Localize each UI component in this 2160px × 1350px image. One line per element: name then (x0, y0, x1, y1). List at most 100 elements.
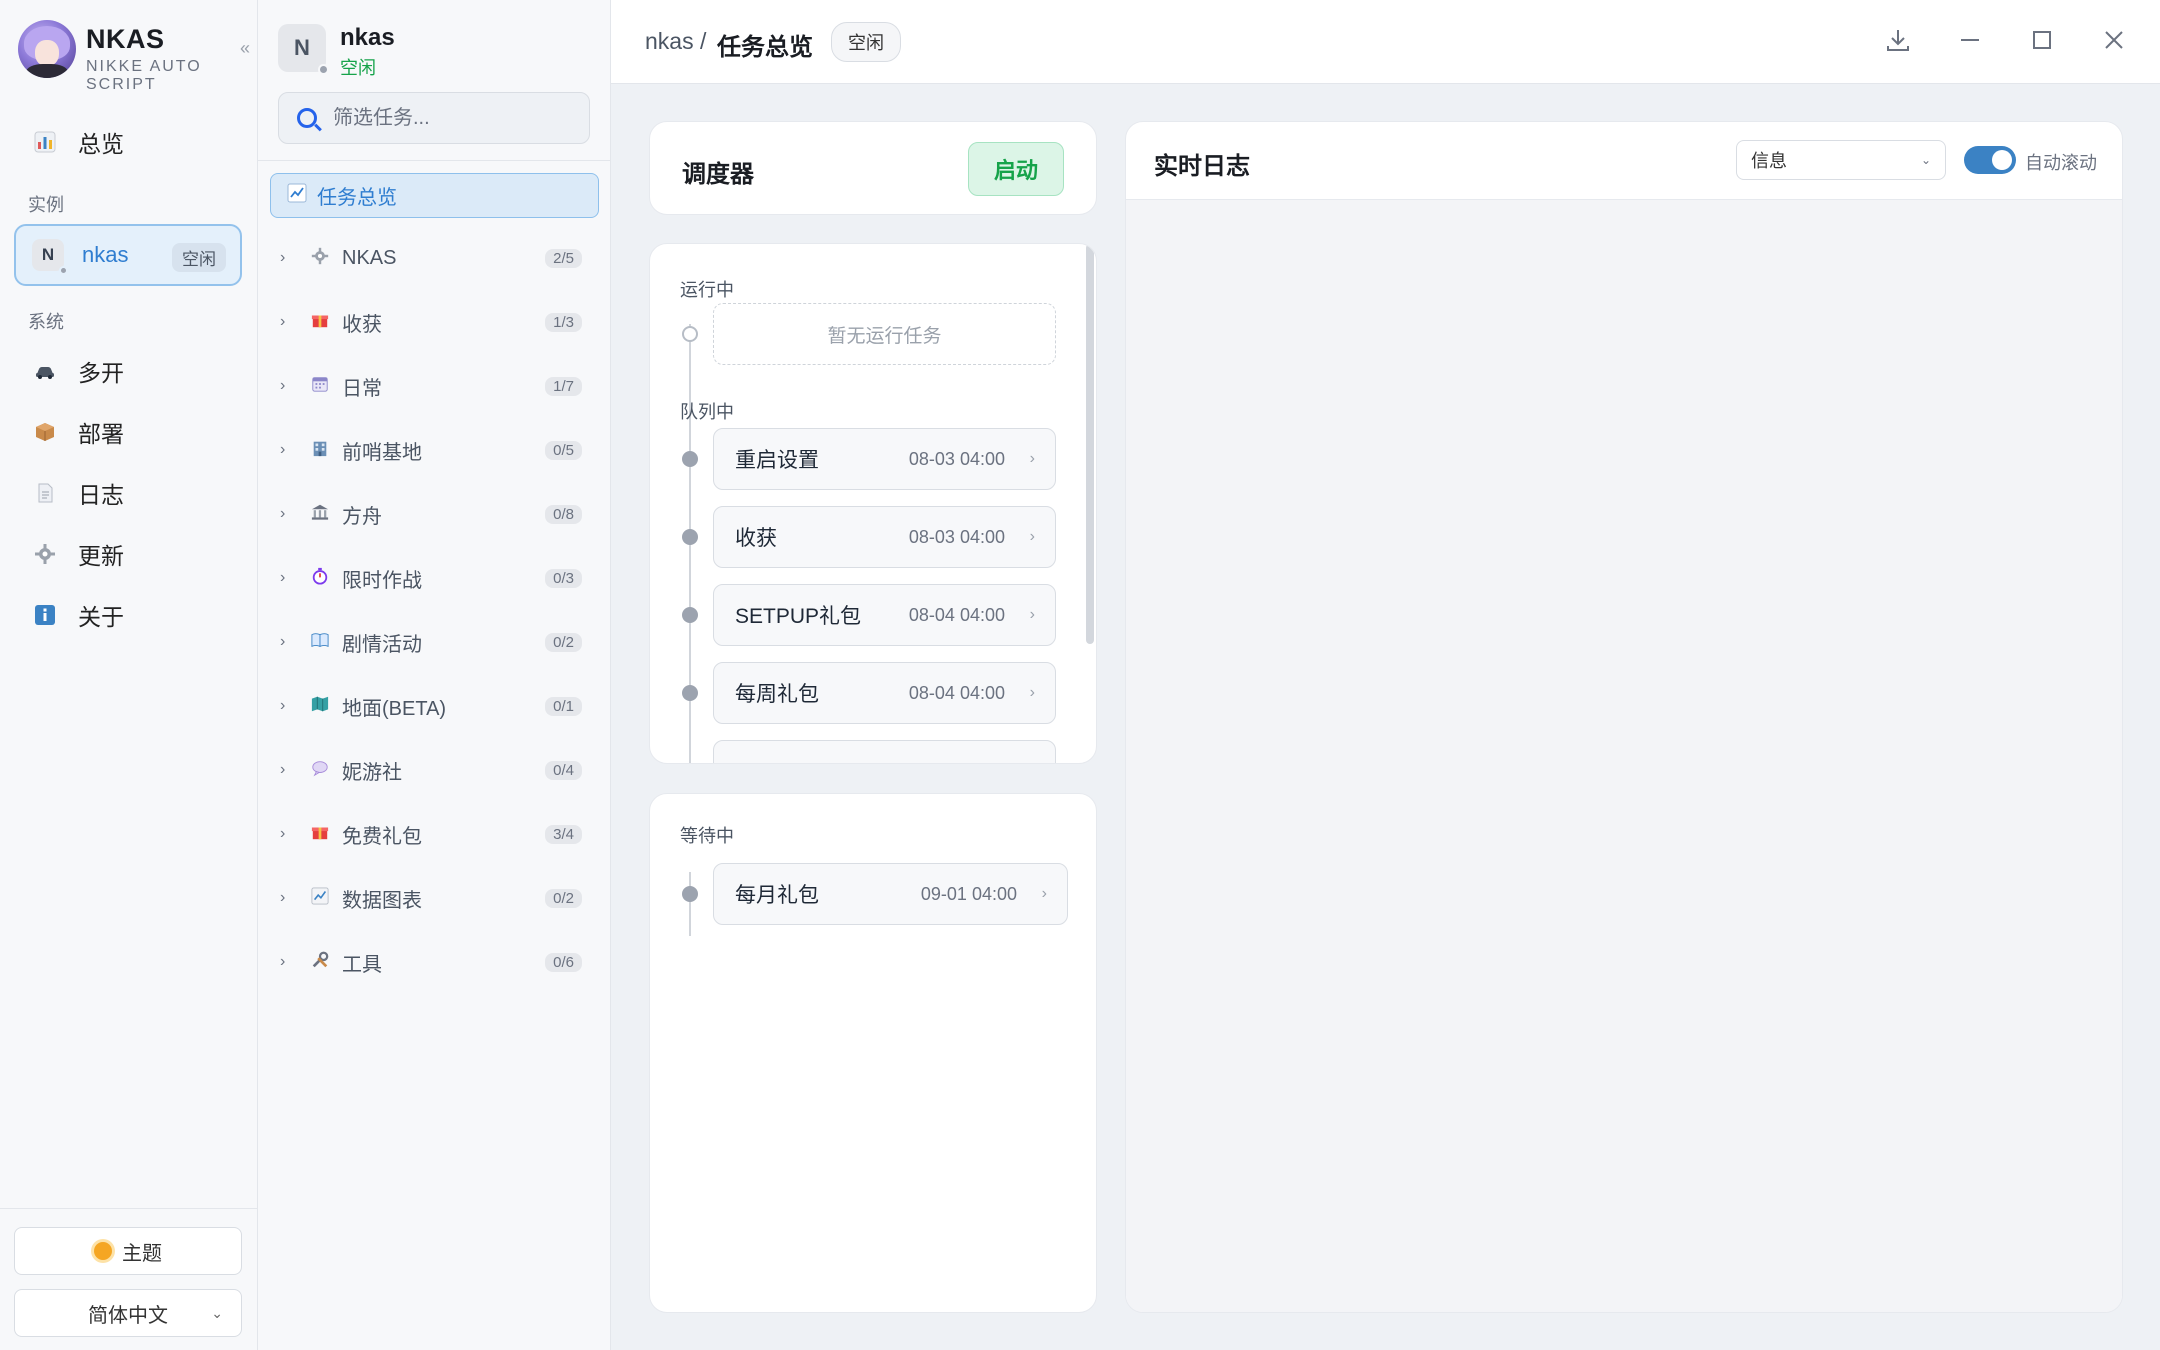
task-overview-label: 任务总览 (317, 187, 397, 209)
chevron-right-icon: › (1041, 885, 1047, 902)
task-group-count: 1/7 (545, 376, 582, 396)
task-group-count: 1/3 (545, 312, 582, 332)
task-time: 09-01 04:00 (920, 883, 1017, 904)
scrollbar[interactable] (1086, 244, 1094, 644)
search-icon (297, 108, 317, 128)
sidebar-footer: 主题 简体中文 ⌄ (0, 1208, 258, 1350)
app-sidebar: NKAS NIKKE AUTO SCRIPT « 总览 实例 N nkas 空闲… (0, 0, 258, 1350)
waiting-label: 等待中 (680, 826, 734, 846)
chevron-right-icon: › (280, 569, 286, 586)
chevron-right-icon: › (1029, 450, 1035, 467)
bar-chart-icon (32, 129, 58, 155)
chevron-right-icon: › (1029, 684, 1035, 701)
task-group-harvest[interactable]: › 收获 1/3 (280, 302, 600, 342)
sun-icon (94, 1242, 112, 1260)
task-group-count: 2/5 (545, 248, 582, 268)
task-group-nkas[interactable]: › NKAS 2/5 (280, 238, 600, 278)
task-group-free-gift[interactable]: › 免费礼包 3/4 (280, 814, 600, 854)
chart-icon (308, 886, 332, 910)
queued-task-card[interactable]: 每周礼包 08-04 04:00 › (713, 662, 1056, 724)
task-group-ark[interactable]: › 方舟 0/8 (280, 494, 600, 534)
nav-item-logs[interactable]: 日志 (14, 468, 242, 518)
instance-item-nkas[interactable]: N nkas 空闲 (14, 224, 242, 286)
chevron-right-icon: › (280, 953, 286, 970)
chevron-right-icon: › (280, 441, 286, 458)
nav-item-overview[interactable]: 总览 (14, 117, 242, 167)
task-search[interactable] (278, 92, 590, 144)
app-logo (18, 20, 76, 78)
task-group-count: 0/2 (545, 632, 582, 652)
status-badge: 空闲 (831, 22, 901, 62)
status-dot (318, 64, 329, 75)
theme-button[interactable]: 主题 (14, 1227, 242, 1275)
chevron-right-icon: › (280, 697, 286, 714)
nav-item-deploy[interactable]: 部署 (14, 407, 242, 457)
task-group-label: 方舟 (342, 505, 382, 528)
maximize-button[interactable] (2020, 20, 2064, 64)
gift-icon (308, 823, 332, 846)
download-icon (1885, 27, 1911, 58)
timeline-dot (682, 451, 698, 467)
instance-status-badge: 空闲 (172, 243, 226, 272)
queued-task-card[interactable]: 收获 08-03 04:00 › (713, 506, 1056, 568)
breadcrumb-instance[interactable]: nkas / (645, 28, 706, 55)
minimize-button[interactable] (1948, 20, 1992, 64)
nav-label-deploy: 部署 (78, 421, 124, 447)
line-chart-icon (287, 183, 307, 208)
collapse-sidebar-button[interactable]: « (240, 38, 250, 59)
chevron-right-icon: › (280, 761, 286, 778)
task-overview-item[interactable]: 任务总览 (270, 173, 599, 218)
log-level-value: 信息 (1751, 151, 1787, 171)
log-level-select[interactable]: 信息 ⌄ (1736, 140, 1946, 180)
auto-scroll-toggle[interactable] (1964, 146, 2016, 174)
timeline-dot (682, 326, 698, 342)
bank-icon (308, 503, 332, 526)
task-name: 每周礼包 (735, 683, 819, 706)
waiting-task-card[interactable]: 每月礼包 09-01 04:00 › (713, 863, 1068, 925)
download-button[interactable] (1876, 20, 1920, 64)
task-group-daily[interactable]: › 日常 1/7 (280, 366, 600, 406)
task-group-limited-battle[interactable]: › 限时作战 0/3 (280, 558, 600, 598)
nav-item-multi-instance[interactable]: 多开 (14, 346, 242, 396)
map-icon (308, 695, 332, 718)
chevron-right-icon: › (280, 825, 286, 842)
close-button[interactable] (2092, 20, 2136, 64)
task-group-ground-beta[interactable]: › 地面(BETA) 0/1 (280, 686, 600, 726)
instance-avatar: N (278, 24, 329, 75)
task-group-count: 0/6 (545, 952, 582, 972)
scheduler-title: 调度器 (682, 161, 754, 188)
instance-status: 空闲 (340, 58, 376, 78)
task-time: 08-03 04:00 (908, 448, 1005, 469)
task-group-label: 免费礼包 (342, 825, 422, 848)
brand: NKAS NIKKE AUTO SCRIPT « (18, 20, 250, 93)
divider (258, 160, 611, 161)
start-button[interactable]: 启动 (968, 142, 1064, 196)
close-icon (2102, 28, 2126, 57)
info-icon (32, 602, 58, 628)
log-card: 实时日志 信息 ⌄ 自动滚动 (1125, 121, 2123, 1313)
timeline-dot (682, 685, 698, 701)
language-select[interactable]: 简体中文 ⌄ (14, 1289, 242, 1337)
task-search-input[interactable] (333, 106, 573, 130)
queued-task-card[interactable]: 重启设置 08-03 04:00 › (713, 428, 1056, 490)
queued-label: 队列中 (680, 402, 734, 422)
nav-item-update[interactable]: 更新 (14, 529, 242, 579)
scheduler-card: 调度器 启动 (649, 121, 1097, 215)
task-group-data-charts[interactable]: › 数据图表 0/2 (280, 878, 600, 918)
task-group-nikke-club[interactable]: › 妮游社 0/4 (280, 750, 600, 790)
queued-task-card-partial[interactable] (713, 740, 1056, 763)
task-name: 收获 (735, 527, 777, 550)
queued-task-card[interactable]: SETPUP礼包 08-04 04:00 › (713, 584, 1056, 646)
instance-avatar: N (32, 239, 68, 275)
task-group-label: 地面(BETA) (342, 697, 447, 720)
timeline-dot (682, 529, 698, 545)
gear-icon (308, 247, 332, 270)
running-label: 运行中 (680, 280, 734, 300)
log-output[interactable] (1126, 200, 2122, 1312)
task-group-outpost[interactable]: › 前哨基地 0/5 (280, 430, 600, 470)
task-group-tools[interactable]: › 工具 0/6 (280, 942, 600, 982)
nav-item-about[interactable]: 关于 (14, 590, 242, 640)
nav-label-about: 关于 (78, 604, 124, 630)
task-group-story-event[interactable]: › 剧情活动 0/2 (280, 622, 600, 662)
document-icon (32, 480, 58, 506)
